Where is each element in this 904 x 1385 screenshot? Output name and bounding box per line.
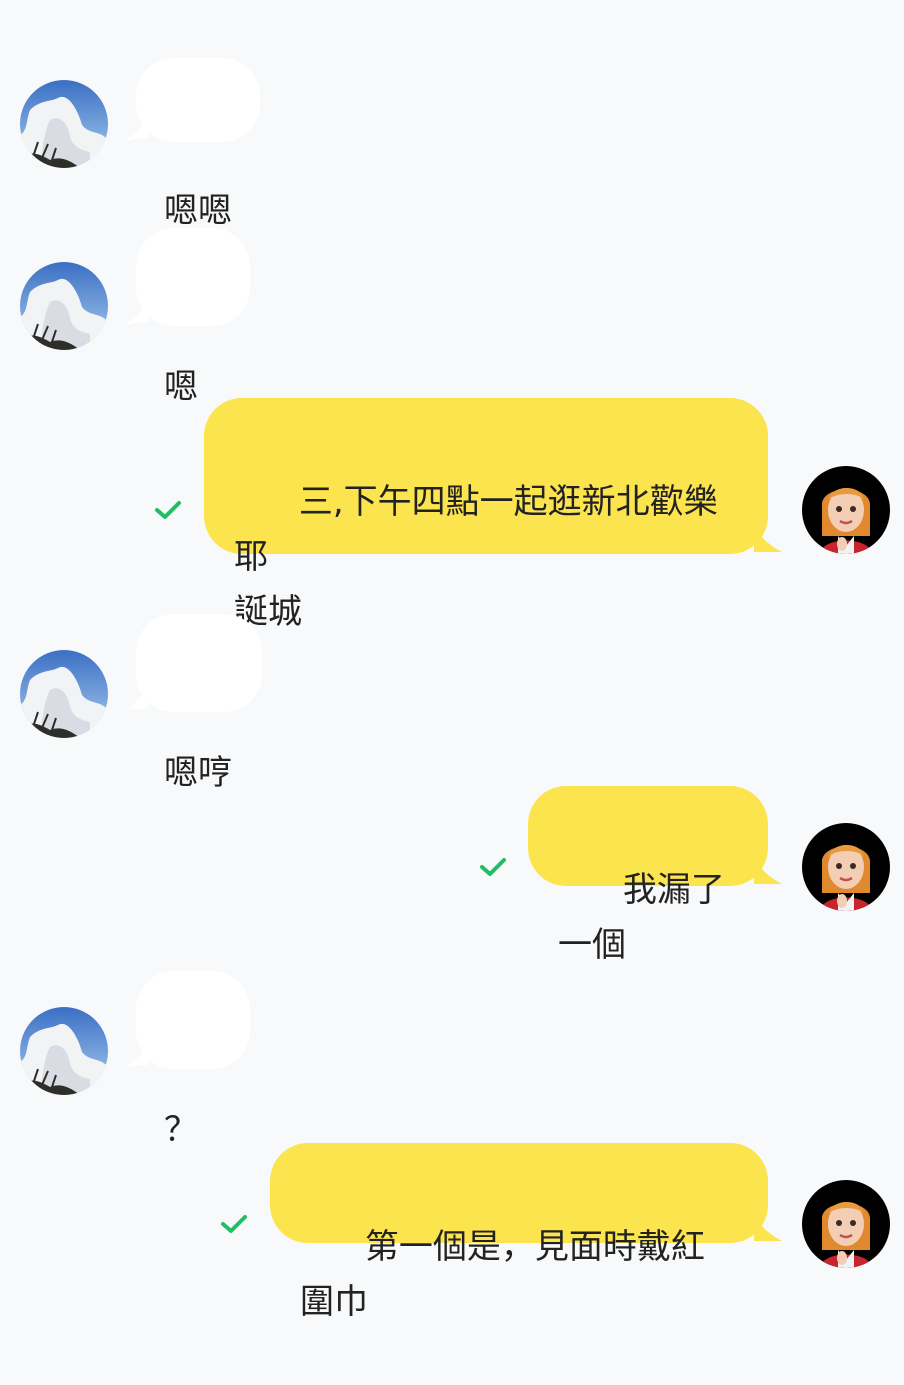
check-icon bbox=[221, 1215, 247, 1233]
message-outgoing: 第一個是，見面時戴紅圍巾 bbox=[0, 0, 904, 1322]
message-text: 第一個是，見面時戴紅圍巾 bbox=[300, 1227, 705, 1322]
message-bubble[interactable]: 第一個是，見面時戴紅圍巾 bbox=[270, 1143, 768, 1322]
my-avatar[interactable] bbox=[802, 1180, 890, 1268]
bubble-tail bbox=[754, 1217, 782, 1241]
